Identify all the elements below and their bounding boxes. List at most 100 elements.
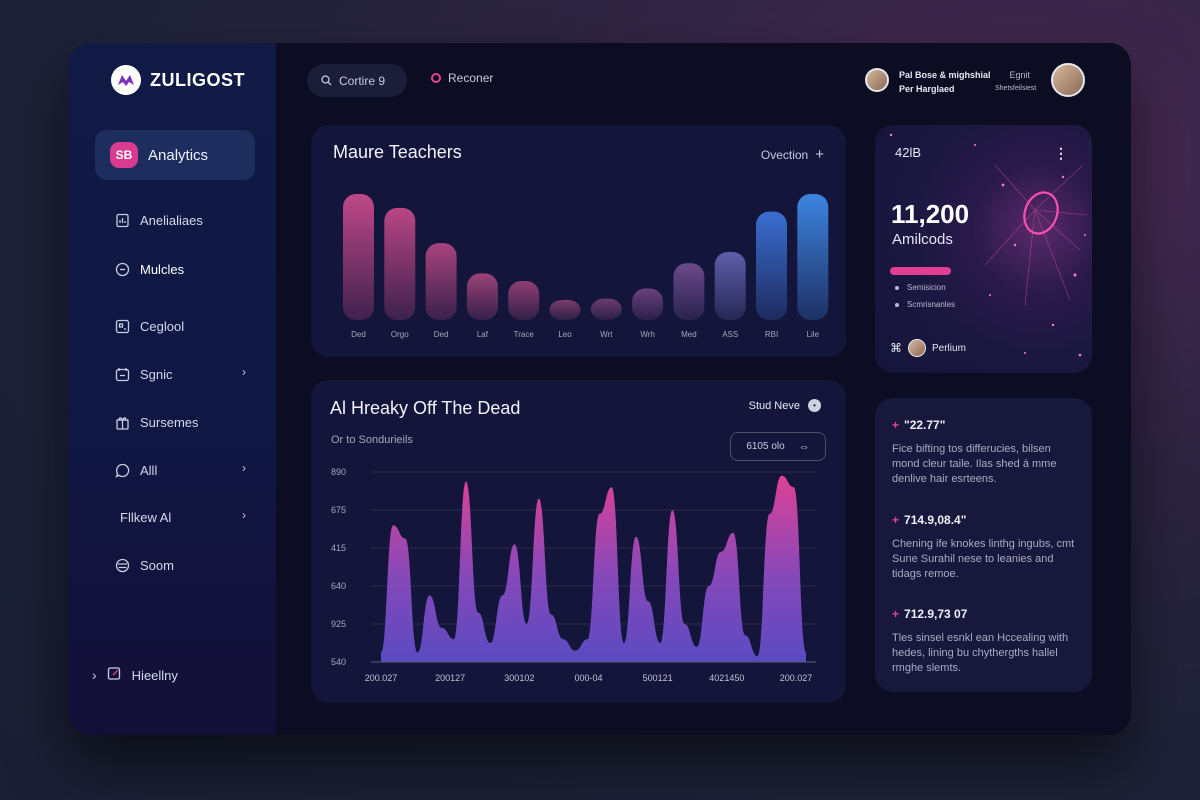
stat-footer[interactable]: ⌘ Perlium xyxy=(890,339,966,357)
chevron-right-icon: › xyxy=(242,461,246,475)
search-icon xyxy=(321,75,332,86)
brand-name: ZULIGOST xyxy=(150,69,245,90)
bar xyxy=(384,207,416,320)
sparkle-background xyxy=(889,133,1088,357)
sidebar-item-alll[interactable]: Alll › xyxy=(114,458,254,482)
sidebar-item-label: Ceglool xyxy=(140,318,185,334)
sidebar-item-soom[interactable]: Soom xyxy=(114,553,254,577)
y-tick-label: 540 xyxy=(331,657,346,667)
x-tick-label: 000-04 xyxy=(574,673,602,683)
area-chart: 540 925 640 415 675 890 200.027 200127 300102 000… xyxy=(331,467,816,683)
avatar[interactable] xyxy=(865,68,889,92)
note-value: + "22.77" xyxy=(892,418,1077,432)
area-series xyxy=(381,475,806,662)
bar xyxy=(466,273,498,320)
sidebar-item-analytics[interactable]: SB Analytics xyxy=(95,130,255,180)
x-tick-label: 200.027 xyxy=(365,673,398,683)
calendar-icon xyxy=(114,366,130,382)
plus-icon: + xyxy=(892,418,900,432)
search-pill[interactable]: Cortire 9 xyxy=(307,64,407,97)
user-name-line2: Per Harglaed xyxy=(899,84,955,94)
stat-top-label: 42lB xyxy=(895,145,922,160)
stat-footer-label: Perlium xyxy=(932,342,966,354)
stat-list-item: Semisicion xyxy=(895,283,946,292)
bullet-icon xyxy=(895,285,899,290)
sidebar-item-mulcles[interactable]: Mulcles xyxy=(114,257,254,281)
user-name: Pal Bose & mighshial Per Harglaed xyxy=(899,68,991,96)
clock-icon xyxy=(114,261,130,277)
chevron-right-icon: › xyxy=(242,365,246,379)
x-tick-label: ASS xyxy=(722,330,738,339)
note-text: Tles sinsel esnkl ean Hccealing with hed… xyxy=(892,632,1069,674)
x-tick-label: Leo xyxy=(558,330,572,339)
x-tick-label: Orgo xyxy=(391,330,409,339)
x-tick-label: 4021450 xyxy=(709,673,744,683)
stat-progress-bar xyxy=(890,267,951,275)
x-tick-label: Ded xyxy=(351,330,366,339)
y-tick-label: 925 xyxy=(331,619,346,629)
x-tick-label: Wrh xyxy=(640,330,655,339)
bar xyxy=(714,251,746,320)
user-area[interactable]: Pal Bose & mighshial Per Harglaed Egnit … xyxy=(865,63,1089,101)
bar-chart: Ded Orgo Ded Laf Trace Leo Wrt Wrh Med ASS RBI Lile xyxy=(343,194,829,339)
sidebar-item-ceglool[interactable]: Ceglool xyxy=(114,314,254,338)
record-icon xyxy=(431,73,441,83)
x-tick-label: 200.027 xyxy=(780,673,813,683)
user-meta: Egnit Shetsfeilsiest xyxy=(995,68,1036,96)
note-value: +712.9,73 07 xyxy=(892,607,1077,621)
sidebar-item-sgnic[interactable]: Sgnic › xyxy=(114,362,254,386)
analytics-badge-icon: SB xyxy=(110,142,138,168)
bullet-icon xyxy=(895,302,899,307)
user-name-line1: Pal Bose & mighshial xyxy=(899,70,991,80)
bar-chart-card: Maure Teachers Ovection + Ded Orgo Ded Laf T… xyxy=(311,125,846,357)
note-value-text: 714.9,08.4" xyxy=(904,513,967,527)
note-item: +714.9,08.4" Chening ife knokes linthg i… xyxy=(892,513,1077,582)
bar xyxy=(590,298,622,320)
y-tick-label: 415 xyxy=(331,543,346,553)
document-chart-icon xyxy=(114,212,130,228)
stat-card: 42lB ⋮ 11,200 Amilcods Semisicion Scmris… xyxy=(875,125,1092,373)
sidebar-item-label: Fllkew Al xyxy=(120,509,172,525)
more-menu-icon[interactable]: ⋮ xyxy=(1054,145,1068,162)
note-value-text: "22.77" xyxy=(904,418,946,432)
x-tick-label: RBI xyxy=(765,330,778,339)
sidebar-item-label: Soom xyxy=(140,557,174,573)
sidebar: ZULIGOST SB Analytics Anelialiaes Mulcle… xyxy=(68,43,276,735)
app-window: ZULIGOST SB Analytics Anelialiaes Mulcle… xyxy=(68,43,1131,735)
sidebar-item-label: Analytics xyxy=(148,146,209,164)
globe-icon xyxy=(114,557,130,573)
sidebar-item-label: Anelialiaes xyxy=(140,212,203,228)
sidebar-item-label: Mulcles xyxy=(140,261,185,277)
y-tick-label: 675 xyxy=(331,505,346,515)
brand-logo-icon xyxy=(111,65,141,95)
bar xyxy=(549,299,581,320)
bar xyxy=(343,194,374,320)
bar xyxy=(632,288,664,320)
stat-list-label: Scmrisnanles xyxy=(907,300,956,309)
sidebar-item-anelialiaes[interactable]: Anelialiaes xyxy=(114,208,254,232)
profile-avatar[interactable] xyxy=(1051,63,1085,97)
stat-label: Amilcods xyxy=(892,231,953,248)
x-tick-label: Lile xyxy=(807,330,820,339)
chat-bubble-icon xyxy=(114,462,130,478)
x-tick-label: 300102 xyxy=(504,673,534,683)
reconer-label: Reconer xyxy=(448,71,494,85)
sidebar-item-fllkew-al[interactable]: Fllkew Al › xyxy=(114,505,254,529)
y-tick-label: 640 xyxy=(331,581,346,591)
plus-icon: + xyxy=(892,513,900,527)
bar xyxy=(508,280,540,320)
notes-card: + "22.77" Fice bifting tos differucies, b… xyxy=(875,398,1092,692)
note-value: +714.9,08.4" xyxy=(892,513,1077,527)
help-item[interactable]: › Hieellny xyxy=(92,666,178,684)
brand[interactable]: ZULIGOST xyxy=(111,65,245,95)
help-label: Hieellny xyxy=(131,667,178,683)
stat-number: 11,200 xyxy=(891,199,970,229)
gift-icon xyxy=(114,414,130,430)
sidebar-item-sursemes[interactable]: Sursemes xyxy=(114,410,254,434)
bar xyxy=(425,243,457,320)
x-tick-label: Wrt xyxy=(600,330,613,339)
bar xyxy=(797,194,829,320)
stat-list-item: Scmrisnanles xyxy=(895,300,955,309)
chevron-right-icon: › xyxy=(242,508,246,522)
reconer-link[interactable]: Reconer xyxy=(431,71,493,85)
